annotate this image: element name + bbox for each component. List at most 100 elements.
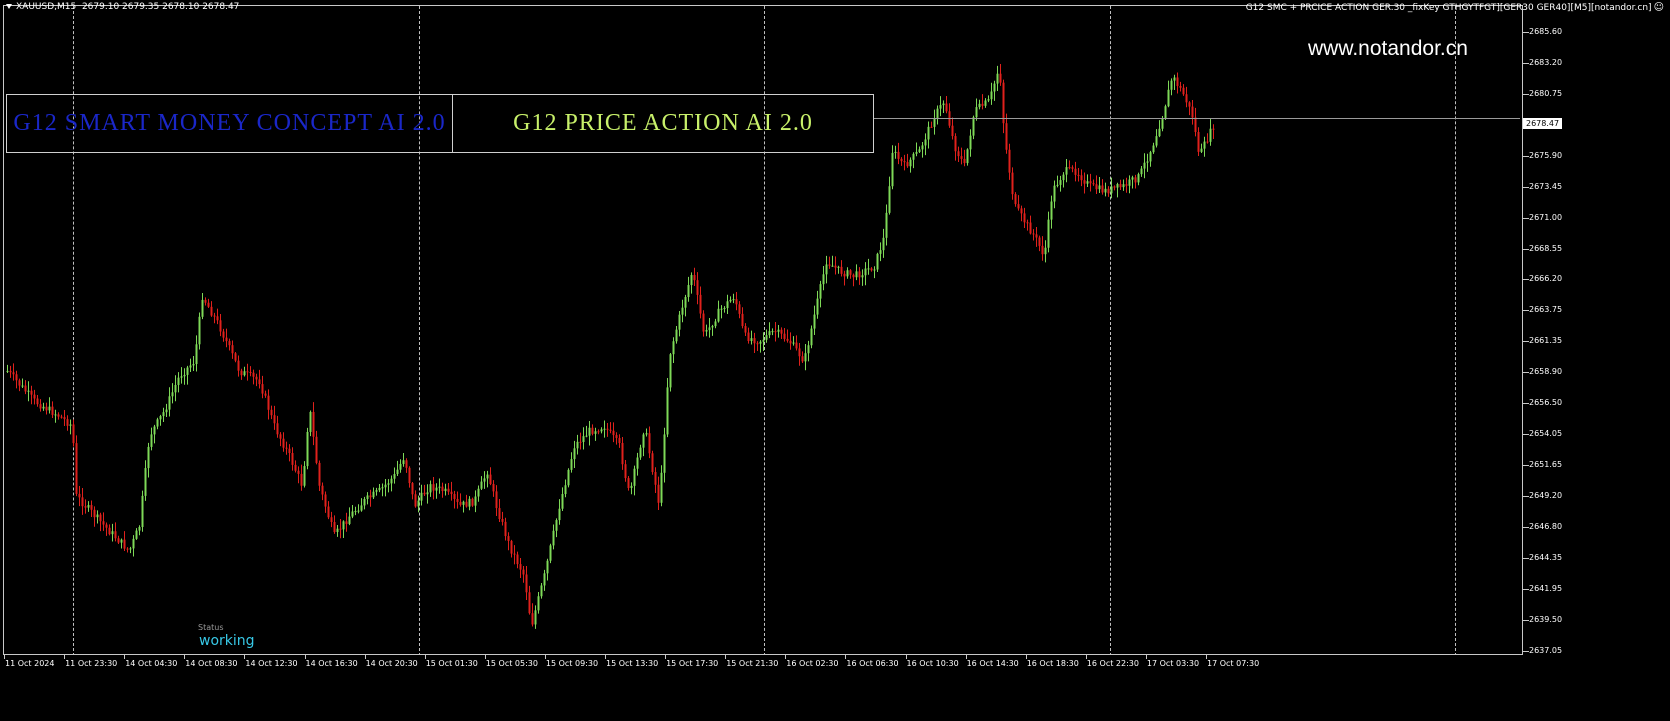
candle-body: [1059, 180, 1062, 185]
candle-body: [285, 447, 288, 449]
time-tick-label: 16 Oct 06:30: [846, 659, 899, 668]
candle-body: [630, 485, 633, 488]
candle-body: [1185, 94, 1188, 103]
candle-body: [105, 524, 108, 528]
candle-body: [738, 304, 741, 314]
candle-body: [831, 265, 834, 267]
candle-body: [132, 538, 135, 549]
candle-body: [267, 395, 270, 410]
candle-body: [1107, 188, 1110, 194]
candle-body: [375, 490, 378, 492]
candle-body: [681, 307, 684, 315]
candle-body: [798, 348, 801, 357]
candle-body: [204, 299, 207, 303]
candle-body: [750, 338, 753, 342]
candle-body: [645, 433, 648, 435]
candle-body: [897, 151, 900, 159]
candle-body: [732, 299, 735, 301]
candle-body: [318, 462, 321, 486]
time-axis[interactable]: 11 Oct 2024 11 Oct 23:30 14 Oct 04:30 14 Oc…: [0, 655, 1523, 675]
candle-body: [81, 497, 84, 507]
candle-body: [1152, 145, 1155, 153]
price-action-title: G12 PRICE ACTION AI 2.0: [513, 110, 813, 136]
price-axis[interactable]: 2685.602683.202680.752678.302675.902673.…: [1523, 5, 1670, 655]
candle-body: [342, 521, 345, 530]
candle-body: [558, 508, 561, 521]
candle-body: [567, 469, 570, 486]
candle-body: [810, 328, 813, 346]
dropdown-triangle-icon[interactable]: [6, 4, 12, 9]
candle-body: [435, 487, 438, 491]
candle-body: [783, 333, 786, 339]
candle-body: [1014, 194, 1017, 205]
candle-body: [615, 435, 618, 439]
candle-body: [1050, 201, 1053, 220]
candle-body: [981, 103, 984, 106]
candle-body: [252, 372, 255, 377]
candle-body: [666, 387, 669, 435]
candle-body: [246, 371, 249, 373]
price-tick-label: 2661.35: [1529, 336, 1563, 346]
time-tick-label: 15 Oct 09:30: [545, 659, 599, 668]
candle-body: [678, 314, 681, 330]
candle-body: [171, 392, 174, 397]
candle-body: [495, 491, 498, 509]
candle-body: [726, 301, 729, 309]
candle-body: [345, 521, 348, 524]
candle-body: [180, 376, 183, 378]
candle-body: [477, 488, 480, 497]
candle-body: [987, 99, 990, 101]
candle-body: [1179, 85, 1182, 88]
symbol-name: XAUUSD,M15: [16, 2, 77, 12]
candle-body: [201, 299, 204, 317]
candle-body: [276, 423, 279, 435]
candle-body: [996, 73, 999, 84]
price-tick-label: 2671.00: [1529, 212, 1563, 222]
candle-body: [720, 308, 723, 310]
candle-body: [1023, 213, 1026, 223]
candle-body: [249, 372, 252, 374]
candle-body: [147, 446, 150, 469]
candle-body: [576, 441, 579, 449]
candle-body: [618, 438, 621, 443]
price-tick-label: 2680.75: [1529, 88, 1563, 98]
candle-body: [822, 274, 825, 285]
candle-body: [786, 338, 789, 341]
candle-body: [519, 564, 522, 570]
candle-body: [819, 284, 822, 299]
candle-body: [792, 342, 795, 344]
candle-body: [1200, 148, 1203, 152]
candle-body: [1206, 141, 1209, 143]
candle-body: [1110, 186, 1113, 194]
candle-body: [1077, 174, 1080, 176]
candle-body: [492, 483, 495, 492]
candle-body: [546, 560, 549, 574]
current-price-marker: 2678.47: [1523, 118, 1563, 129]
candle-body: [603, 428, 606, 430]
candle-body: [390, 478, 393, 484]
candle-body: [174, 385, 177, 393]
candle-body: [483, 478, 486, 482]
price-tick-label: 2668.55: [1529, 243, 1563, 253]
candle-body: [696, 280, 699, 295]
candle-body: [966, 149, 969, 164]
price-tick-label: 2666.20: [1529, 274, 1563, 284]
price-tick-label: 2639.50: [1529, 614, 1563, 624]
price-tick-label: 2651.65: [1529, 460, 1563, 470]
candle-body: [1104, 188, 1107, 193]
candle-body: [711, 326, 714, 328]
candle-body: [930, 126, 933, 128]
candle-body: [1170, 80, 1173, 90]
candle-body: [1026, 222, 1029, 224]
candle-body: [861, 275, 864, 278]
candle-body: [288, 448, 291, 453]
chart-window[interactable]: XAUUSD,M15 2679.10 2679.35 2678.10 2678.…: [0, 0, 1670, 721]
candle-body: [66, 419, 69, 426]
candle-body: [438, 486, 441, 488]
candle-body: [855, 271, 858, 278]
candle-body: [660, 472, 663, 503]
candle-body: [1095, 184, 1098, 190]
candle-body: [126, 548, 129, 550]
candle-body: [507, 536, 510, 541]
candle-body: [951, 125, 954, 137]
